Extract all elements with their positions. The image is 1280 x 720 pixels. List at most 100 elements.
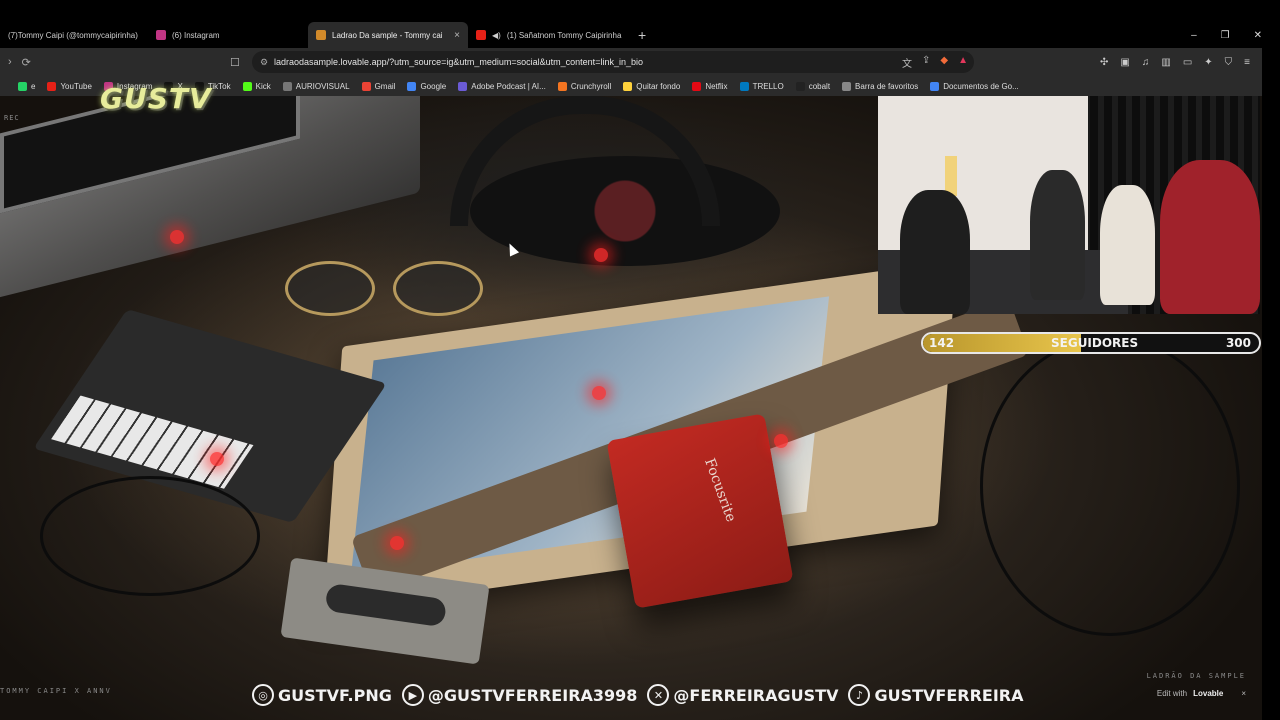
extensions-icon[interactable]: ✣ [1100,57,1108,68]
tab-instagram[interactable]: (6) Instagram [148,22,308,48]
brave-rewards-icon[interactable]: ▲ [958,55,968,70]
caption-left: TOMMY CAIPI X ANNV [0,687,112,695]
brave-shield-icon[interactable]: ◆ [940,55,948,70]
tab-label: (7)Tommy Caipi (@tommycaipirinha) [8,30,138,40]
bookmark-label: cobalt [808,81,831,91]
bookmark-favicon-icon [242,81,252,91]
maximize-button[interactable]: ❐ [1221,30,1230,41]
rec-indicator: REC [4,114,20,122]
red-light [390,536,404,550]
translate-icon[interactable]: 文 [902,55,912,70]
bookmark-item[interactable]: Gmail [361,81,395,91]
leo-icon[interactable]: ✦ [1204,57,1212,68]
bookmark-item[interactable]: Google [407,81,447,91]
bookmark-item[interactable]: cobalt [795,81,831,91]
tiktok-icon: ♪ [848,684,871,706]
site-icon [316,30,326,40]
media-icon[interactable]: ♫ [1142,57,1150,68]
follower-goal-bar: 142 SEGUIDORES 300 [921,332,1261,354]
person [900,190,970,314]
tab-label: (6) Instagram [172,30,220,40]
bookmark-item[interactable]: Crunchyroll [557,81,612,91]
tab-label: (1) Sañatnom Tommy Caipirinha [506,30,622,40]
social-handle: @FERREIRAGUSTV [673,685,839,705]
tab-strip: (7)Tommy Caipi (@tommycaipirinha) (6) In… [0,22,1262,48]
bookmark-item[interactable]: TRELLO [739,81,784,91]
url-text[interactable]: ladraodasample.lovable.app/?utm_source=i… [274,57,643,67]
tab-label: Ladrao Da sample - Tommy caip [332,30,443,40]
headphones-illustration [450,96,720,226]
window-edge [1262,22,1280,720]
bookmark-item[interactable]: Barra de favoritos [842,81,918,91]
social-handles: ◎ GUSTVF.PNG ▶ @GUSTVFERREIRA3998 ✕ @FER… [252,684,1023,706]
social-youtube: ▶ @GUSTVFERREIRA3998 [401,684,638,706]
bookmark-label: Google [420,81,447,91]
share-icon[interactable]: ⇪ [922,55,930,70]
forward-icon[interactable]: › [8,56,12,69]
cable-illustration [40,476,260,596]
bookmark-item[interactable]: e [18,81,35,91]
bookmark-item[interactable]: AURIOVISUAL [282,81,350,91]
menu-icon[interactable]: ≡ [1244,57,1250,68]
close-tab-icon[interactable]: × [454,30,460,41]
close-badge-icon[interactable]: × [1241,689,1246,698]
red-light [594,248,608,262]
bookmark-label: Quitar fondo [636,81,681,91]
bookmark-favicon-icon [18,81,27,91]
speaker-icon: ◀) [492,30,501,40]
sunglasses-illustration [285,261,485,321]
follower-label: SEGUIDORES [1051,336,1139,350]
social-handle: GUSTVF.PNG [278,685,392,705]
bookmark-item[interactable]: Netflix [692,81,728,91]
address-bar-actions: 文 ⇪ ◆ ▲ [902,55,968,70]
bookmark-favicon-icon [361,81,371,91]
bookmark-favicon-icon [692,81,702,91]
bookmark-label: YouTube [60,81,92,91]
social-tiktok: ♪ GUSTVFERREIRA [848,684,1023,706]
close-window-button[interactable]: ✕ [1254,30,1262,41]
bookmark-favicon-icon [282,81,292,91]
bookmark-item[interactable]: Quitar fondo [623,81,681,91]
bookmark-label: AURIOVISUAL [295,81,350,91]
follower-goal: 300 [1225,336,1251,350]
cable-illustration [980,336,1240,636]
bookmark-item[interactable]: Documentos de Go... [930,81,1019,91]
x-icon: ✕ [647,684,670,706]
bookmark-label: TRELLO [752,81,784,91]
sidebar-icon[interactable]: ▥ [1161,57,1170,68]
tab-tommy-instagram[interactable]: (7)Tommy Caipi (@tommycaipirinha) [0,22,148,48]
bookmark-label: Crunchyroll [570,81,612,91]
site-info-icon[interactable]: ⚙ [260,57,268,68]
reload-icon[interactable]: ⟳ [22,56,31,69]
bookmark-favicon-icon [47,81,57,91]
vpn-icon[interactable]: ⛉ [1225,57,1233,68]
social-handle: GUSTVFERREIRA [874,685,1024,705]
caption-right: LADRÃO DA SAMPLE [1146,672,1246,680]
device-brand: Focusrite [701,456,739,525]
nav-buttons: › ⟳ [0,56,40,69]
social-instagram: ◎ GUSTVF.PNG [252,684,392,706]
new-tab-button[interactable]: + [628,27,656,43]
address-bar[interactable]: ⚙ ladraodasample.lovable.app/?utm_source… [252,51,974,73]
bookmark-favicon-icon [557,81,567,91]
bookmark-item[interactable]: YouTube [47,81,92,91]
bookmark-favicon-icon [930,81,940,91]
red-light [210,452,224,466]
bookmark-item[interactable]: Kick [242,81,271,91]
screenshot-icon[interactable]: ▣ [1120,57,1129,68]
bookmark-label: Netflix [705,81,728,91]
instagram-icon [156,30,166,40]
lovable-label: Edit with [1156,689,1188,698]
bookmark-page-icon[interactable]: ☐ [230,56,240,69]
youtube-icon [476,30,486,40]
gustv-logo: GUSTV [100,82,212,115]
tab-youtube[interactable]: ◀) (1) Sañatnom Tommy Caipirinha [468,22,628,48]
bookmark-favicon-icon [795,81,805,91]
tab-ladrao-da-sample[interactable]: Ladrao Da sample - Tommy caip × [308,22,468,48]
bookmark-item[interactable]: Adobe Podcast | AI... [458,81,546,91]
lovable-badge[interactable]: Edit with Lovable × [1157,689,1246,698]
social-handle: @GUSTVFERREIRA3998 [427,685,638,705]
lovable-brand: Lovable [1193,689,1224,698]
minimize-button[interactable]: – [1191,30,1197,41]
wallet-icon[interactable]: ▭ [1183,57,1192,68]
